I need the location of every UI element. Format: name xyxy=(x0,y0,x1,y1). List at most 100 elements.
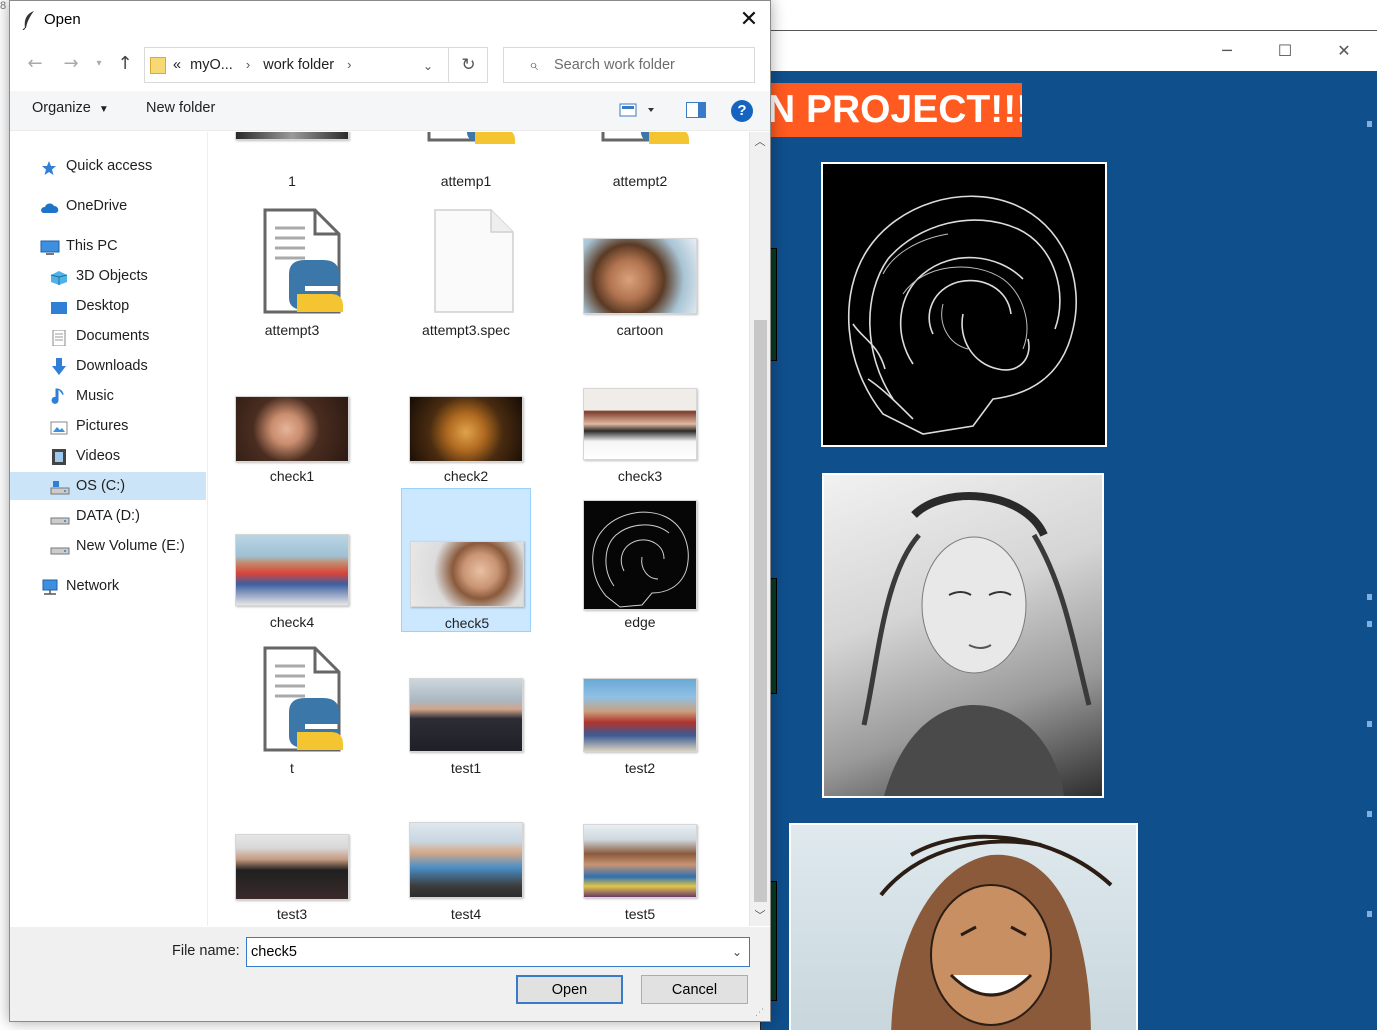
breadcrumb: « myO... › work folder › xyxy=(173,48,361,82)
computer-icon xyxy=(40,238,60,255)
organize-menu[interactable]: Organize ▼ xyxy=(32,100,109,116)
sidebar-item-onedrive[interactable]: OneDrive xyxy=(10,192,206,220)
chevron-down-icon: ⌄ xyxy=(422,59,434,73)
sidebar-item-data-d[interactable]: DATA (D:) xyxy=(10,502,206,530)
breadcrumb-overflow[interactable]: « xyxy=(173,57,181,73)
file-item[interactable]: 1 xyxy=(227,132,357,189)
chevron-right-icon[interactable]: › xyxy=(246,57,250,72)
drive-icon xyxy=(50,478,70,495)
cancel-button[interactable]: Cancel xyxy=(641,975,748,1004)
file-item[interactable]: test4 xyxy=(401,780,531,924)
breadcrumb-item[interactable]: work folder xyxy=(263,57,334,73)
sidebar-item-new-volume-e[interactable]: New Volume (E:) xyxy=(10,532,206,560)
sidebar-item-videos[interactable]: Videos xyxy=(10,442,206,470)
edge-output-image xyxy=(821,162,1107,447)
file-item[interactable]: attempt3.spec xyxy=(401,196,531,340)
file-thumbnail xyxy=(409,792,523,902)
file-item[interactable]: attempt2 xyxy=(575,132,705,189)
file-thumbnail xyxy=(409,354,523,464)
file-item[interactable]: test1 xyxy=(401,634,531,778)
file-item[interactable]: attempt3 xyxy=(227,196,357,340)
vertical-scrollbar[interactable]: ︿ ﹀ xyxy=(749,132,770,926)
cloud-icon xyxy=(40,198,59,214)
open-button[interactable]: Open xyxy=(516,975,623,1004)
window-edge-mark xyxy=(1367,621,1372,627)
file-thumbnail xyxy=(583,500,697,610)
preview-pane-icon[interactable] xyxy=(686,102,706,118)
sketch-output-image xyxy=(822,473,1104,798)
scroll-down-button[interactable]: ﹀ xyxy=(750,906,770,926)
dialog-title: Open xyxy=(44,11,81,28)
window-edge-mark xyxy=(1367,811,1372,817)
file-item[interactable]: t xyxy=(227,634,357,778)
view-options-button[interactable] xyxy=(619,101,663,121)
file-item[interactable]: check3 xyxy=(575,342,705,486)
dialog-footer: File name: ⌄ Open Cancel ⋰ xyxy=(10,927,770,1021)
file-thumbnail xyxy=(235,354,349,464)
chevron-down-icon: ▾ xyxy=(96,58,102,69)
python-file-icon xyxy=(235,208,349,318)
address-bar[interactable]: « myO... › work folder › ⌄ ↻ xyxy=(144,47,488,83)
file-name-combobox[interactable]: ⌄ xyxy=(246,937,750,967)
file-item[interactable]: check4 xyxy=(227,488,357,632)
file-name-input[interactable] xyxy=(251,938,721,966)
sidebar-item-music[interactable]: Music xyxy=(10,382,206,410)
help-icon[interactable]: ? xyxy=(731,100,753,122)
up-button[interactable]: ↑ xyxy=(112,51,138,77)
python-file-icon xyxy=(235,646,349,756)
address-dropdown[interactable]: ⌄ xyxy=(415,54,441,78)
cube-icon xyxy=(50,268,68,285)
document-icon xyxy=(50,328,68,347)
file-item[interactable]: check1 xyxy=(227,342,357,486)
breadcrumb-item[interactable]: myO... xyxy=(190,57,233,73)
file-item[interactable]: test5 xyxy=(575,780,705,924)
file-thumbnail xyxy=(235,792,349,902)
sidebar-item-downloads[interactable]: Downloads xyxy=(10,352,206,380)
chevron-right-icon[interactable]: › xyxy=(347,57,351,72)
file-thumbnail xyxy=(583,354,697,464)
chevron-down-icon: ⌄ xyxy=(731,945,743,959)
sidebar-item-quick-access[interactable]: Quick access xyxy=(10,152,206,180)
file-item[interactable]: attemp1 xyxy=(401,132,531,189)
file-item[interactable]: test3 xyxy=(227,780,357,924)
file-thumbnail xyxy=(410,501,524,611)
file-item[interactable]: check5 xyxy=(401,488,531,632)
sidebar-item-3d-objects[interactable]: 3D Objects xyxy=(10,262,206,290)
close-icon[interactable]: ✕ xyxy=(1329,39,1359,63)
close-button[interactable]: ✕ xyxy=(732,5,766,35)
sidebar-item-desktop[interactable]: Desktop xyxy=(10,292,206,320)
back-button[interactable]: ← xyxy=(22,51,48,77)
resize-grip[interactable]: ⋰ xyxy=(755,1007,767,1019)
folder-icon xyxy=(150,57,166,74)
new-folder-button[interactable]: New folder xyxy=(146,100,215,116)
search-box[interactable]: ⌕ xyxy=(503,47,755,83)
scroll-up-button[interactable]: ︿ xyxy=(750,132,770,152)
maximize-icon[interactable]: ☐ xyxy=(1270,39,1300,63)
arrow-up-icon: ↑ xyxy=(117,53,133,74)
recent-locations-button[interactable]: ▾ xyxy=(90,51,108,77)
sidebar-item-network[interactable]: Network xyxy=(10,572,206,600)
organize-label: Organize xyxy=(32,100,91,116)
sidebar-item-this-pc[interactable]: This PC xyxy=(10,232,206,260)
navigation-bar: ← → ▾ ↑ « myO... › work folder › ⌄ ↻ ⌕ xyxy=(10,41,770,89)
file-item[interactable]: check2 xyxy=(401,342,531,486)
minimize-icon[interactable]: ─ xyxy=(1212,39,1242,63)
open-dialog: Open ✕ ← → ▾ ↑ « myO... › work folder › … xyxy=(9,0,771,1022)
sidebar-item-os-c[interactable]: OS (C:) xyxy=(10,472,206,500)
sidebar-item-pictures[interactable]: Pictures xyxy=(10,412,206,440)
file-item[interactable]: cartoon xyxy=(575,196,705,340)
scrollbar-thumb[interactable] xyxy=(754,320,767,902)
python-file-icon xyxy=(409,132,523,144)
refresh-button[interactable]: ↻ xyxy=(448,48,488,82)
file-item[interactable]: test2 xyxy=(575,634,705,778)
file-item[interactable]: edge xyxy=(575,488,705,632)
sidebar-item-documents[interactable]: Documents xyxy=(10,322,206,350)
search-input[interactable] xyxy=(554,48,750,82)
forward-button[interactable]: → xyxy=(58,51,84,77)
chevron-up-icon: ︿ xyxy=(754,135,766,148)
file-thumbnail xyxy=(583,208,697,318)
view-options-icon xyxy=(619,103,654,117)
network-icon xyxy=(40,578,58,595)
file-name-dropdown[interactable]: ⌄ xyxy=(725,940,749,964)
drive-icon xyxy=(50,538,70,555)
